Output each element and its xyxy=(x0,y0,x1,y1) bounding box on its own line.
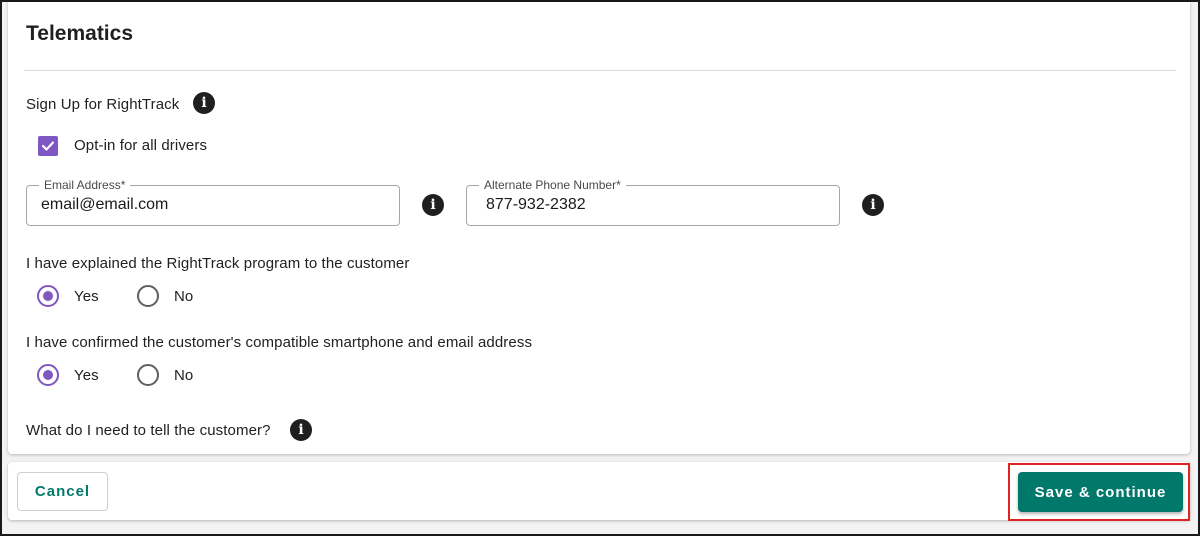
phone-info-icon[interactable]: i xyxy=(862,194,884,216)
email-field[interactable]: Email Address* xyxy=(26,177,400,226)
question2-label: I have confirmed the customer's compatib… xyxy=(26,334,533,351)
email-field-label: Email Address* xyxy=(39,177,131,193)
tell-customer-info-icon[interactable]: i xyxy=(290,419,312,441)
title-divider xyxy=(24,70,1176,71)
opt-in-checkbox[interactable] xyxy=(38,136,58,156)
question1-no-radio[interactable] xyxy=(137,285,159,307)
info-icon[interactable]: i xyxy=(193,92,215,114)
question2-no-radio[interactable] xyxy=(137,364,159,386)
question1-label: I have explained the RightTrack program … xyxy=(26,255,410,272)
email-info-icon[interactable]: i xyxy=(422,194,444,216)
question1-yes-label: Yes xyxy=(74,288,99,305)
tell-customer-label: What do I need to tell the customer? xyxy=(26,422,271,439)
phone-field[interactable]: Alternate Phone Number* xyxy=(466,177,840,226)
question1-no-label: No xyxy=(174,288,194,305)
section-title: Telematics xyxy=(26,22,133,45)
cancel-button[interactable]: Cancel xyxy=(17,472,108,511)
question2-yes-label: Yes xyxy=(74,367,99,384)
opt-in-label: Opt-in for all drivers xyxy=(74,137,208,154)
signup-label: Sign Up for RightTrack xyxy=(26,96,180,113)
checkmark-icon xyxy=(41,141,55,151)
telematics-card: Telematics Sign Up for RightTrack i Opt-… xyxy=(8,2,1190,454)
phone-field-label: Alternate Phone Number* xyxy=(479,177,626,193)
question2-no-label: No xyxy=(174,367,194,384)
save-continue-button[interactable]: Save & continue xyxy=(1018,472,1183,512)
phone-input[interactable] xyxy=(486,196,830,214)
question2-yes-radio[interactable] xyxy=(37,364,59,386)
question1-yes-radio[interactable] xyxy=(37,285,59,307)
email-input[interactable] xyxy=(41,196,385,214)
